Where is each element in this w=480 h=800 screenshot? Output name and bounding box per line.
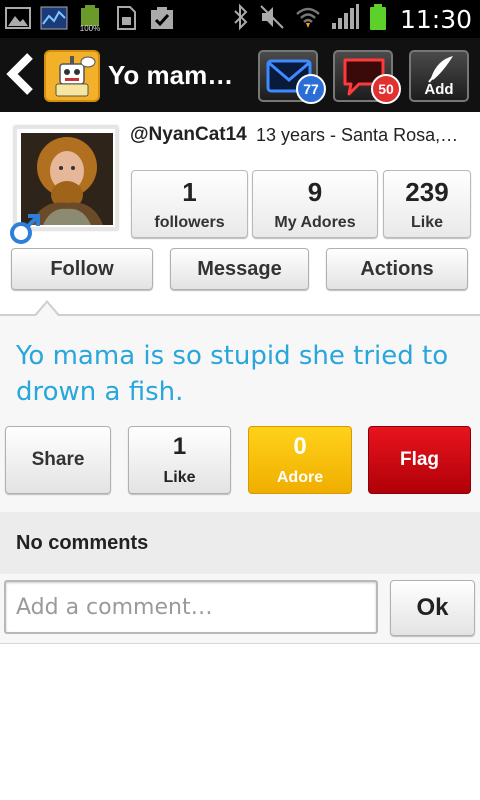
- gallery-icon: [4, 4, 32, 32]
- male-gender-icon: [8, 212, 42, 246]
- battery-full-icon: [368, 3, 388, 36]
- flag-button[interactable]: Flag: [368, 426, 471, 494]
- notifications-button[interactable]: 50: [333, 50, 401, 104]
- comment-composer: Ok: [0, 574, 480, 644]
- message-button[interactable]: Message: [170, 248, 309, 290]
- stocks-icon: [40, 4, 68, 32]
- messages-button[interactable]: 77: [258, 50, 326, 104]
- checklist-icon: [148, 4, 176, 32]
- likes-count: 239: [405, 177, 449, 207]
- like-button[interactable]: 1 Like: [128, 426, 231, 494]
- adores-label: My Adores: [274, 214, 356, 231]
- battery-icon: 100%: [76, 4, 104, 33]
- flag-label: Flag: [399, 449, 440, 470]
- like-count: 1: [172, 433, 187, 460]
- adore-button[interactable]: 0 Adore: [248, 426, 352, 494]
- share-button[interactable]: Share: [5, 426, 111, 494]
- battery-percent-label: 100%: [79, 24, 101, 33]
- pointer-arrow-inner: [36, 303, 58, 316]
- messages-badge: 77: [296, 74, 326, 104]
- back-chevron-icon[interactable]: [4, 52, 38, 96]
- followers-count: 1: [182, 177, 197, 207]
- mute-icon: [258, 3, 286, 36]
- sd-card-icon: [112, 4, 140, 32]
- followers-stat[interactable]: 1 followers: [131, 170, 248, 238]
- add-label: Add: [424, 81, 454, 98]
- post-card: Yo mama is so stupid she tried to drown …: [0, 316, 480, 512]
- adores-stat[interactable]: 9 My Adores: [252, 170, 378, 238]
- no-comments-text: No comments: [16, 532, 149, 554]
- username[interactable]: @NyanCat14: [130, 124, 247, 146]
- like-label: Like: [163, 469, 196, 486]
- adore-count: 0: [293, 433, 307, 460]
- clock: 11:30: [399, 5, 472, 34]
- adores-count: 9: [307, 177, 323, 207]
- bluetooth-icon: [232, 3, 250, 36]
- actions-button[interactable]: Actions: [326, 248, 468, 290]
- likes-label: Like: [410, 214, 443, 231]
- post-text: Yo mama is so stupid she tried to drown …: [16, 341, 449, 407]
- comments-header: No comments: [0, 512, 480, 574]
- comment-input[interactable]: [4, 580, 378, 634]
- page-title: Yo mama…: [108, 60, 244, 90]
- followers-label: followers: [154, 214, 225, 231]
- add-button[interactable]: Add: [409, 50, 469, 102]
- ok-button[interactable]: Ok: [390, 580, 475, 636]
- notifications-badge: 50: [371, 74, 401, 104]
- adore-label: Adore: [276, 469, 324, 486]
- share-label: Share: [31, 449, 85, 470]
- signal-icon: [330, 3, 360, 36]
- likes-stat[interactable]: 239 Like: [383, 170, 471, 238]
- follow-button[interactable]: Follow: [11, 248, 153, 290]
- app-logo-icon[interactable]: [44, 50, 100, 102]
- wifi-icon: [294, 3, 322, 36]
- app-bar: Yo mama… 77 50 Add: [0, 38, 480, 112]
- status-bar: 100% 11:30: [0, 0, 480, 38]
- profile-meta: 13 years - Santa Rosa,…: [256, 125, 459, 145]
- profile-section: @NyanCat14 13 years - Santa Rosa,… 1 fol…: [0, 112, 480, 315]
